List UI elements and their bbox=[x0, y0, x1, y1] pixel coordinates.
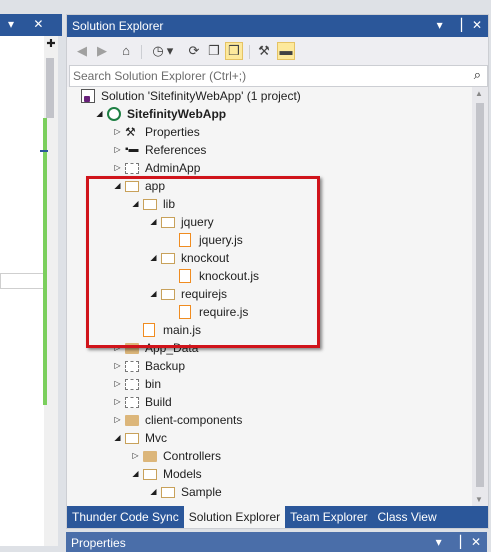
tree-row[interactable]: ▷ Backup bbox=[67, 357, 472, 375]
split-pin-icon[interactable]: ✚ bbox=[45, 38, 57, 50]
left-docked-panel: ▾ ✕ ✚ bbox=[0, 0, 62, 546]
tree-row[interactable]: ▷ ▪▬ References bbox=[67, 141, 472, 159]
change-indicator-bar bbox=[43, 118, 47, 405]
collapsed-arrow-icon[interactable]: ▷ bbox=[113, 357, 122, 375]
left-panel-window-buttons[interactable]: ▾ ✕ bbox=[8, 17, 51, 31]
left-panel-input[interactable] bbox=[0, 273, 44, 289]
folder-dashed-icon bbox=[125, 379, 139, 390]
collapsed-arrow-icon[interactable]: ▷ bbox=[113, 141, 122, 159]
tree-row[interactable]: ◢ Mvc bbox=[67, 429, 472, 447]
tree-item-label: Build bbox=[145, 395, 172, 409]
tree-item-label: AdminApp bbox=[145, 161, 201, 175]
solution-explorer-titlebar: Solution Explorer ▾ ▕ ✕ bbox=[67, 15, 488, 37]
left-panel-content bbox=[0, 36, 44, 546]
tab-class-view[interactable]: Class View bbox=[373, 506, 442, 528]
properties-dropdown-icon[interactable]: ▾ bbox=[436, 535, 442, 549]
scroll-thumb[interactable] bbox=[476, 103, 484, 487]
tree-item-label: Solution 'SitefinityWebApp' (1 project) bbox=[101, 89, 301, 103]
search-icon[interactable]: ⌕ bbox=[474, 67, 481, 83]
preview-selected-icon[interactable]: ▬ bbox=[277, 42, 295, 60]
properties-pin-icon[interactable]: ▕ bbox=[452, 535, 461, 549]
tree-row[interactable]: ▷ Controllers bbox=[67, 447, 472, 465]
toolbar-separator bbox=[141, 45, 142, 59]
tree-row[interactable]: ▷ Build bbox=[67, 393, 472, 411]
expanded-arrow-icon[interactable]: ◢ bbox=[131, 465, 140, 483]
wrench-icon: ⚒ bbox=[125, 125, 136, 139]
tab-team-explorer[interactable]: Team Explorer bbox=[285, 506, 372, 528]
solution-explorer-toolbar: ◀ ▶ ⌂ ◷ ▾ ⟳ ❐ ❒ ⚒ ▬ bbox=[67, 37, 488, 65]
web-project-icon bbox=[107, 107, 121, 121]
tab-thunder-code-sync[interactable]: Thunder Code Sync bbox=[67, 506, 184, 528]
expanded-arrow-icon[interactable]: ◢ bbox=[113, 429, 122, 447]
search-input[interactable] bbox=[73, 68, 453, 83]
panel-dropdown-icon[interactable]: ▾ bbox=[437, 18, 443, 32]
properties-panel-titlebar: Properties ▾ ▕ ✕ bbox=[66, 532, 487, 552]
collapsed-arrow-icon[interactable]: ▷ bbox=[131, 447, 140, 465]
folder-icon bbox=[143, 451, 157, 462]
tree-item-label: client-components bbox=[145, 413, 243, 427]
close-icon[interactable]: ✕ bbox=[472, 18, 482, 32]
expanded-arrow-icon[interactable]: ◢ bbox=[95, 105, 104, 123]
tree-row[interactable]: Solution 'SitefinityWebApp' (1 project) bbox=[67, 87, 472, 105]
home-icon[interactable]: ⌂ bbox=[117, 42, 135, 60]
search-box[interactable]: ⌕ bbox=[69, 65, 488, 87]
properties-wrench-icon[interactable]: ⚒ bbox=[255, 42, 273, 60]
tree-row[interactable]: ▷ client-components bbox=[67, 411, 472, 429]
tree-item-label: Controllers bbox=[163, 449, 222, 463]
tree-item-label: SitefinityWebApp bbox=[127, 107, 227, 121]
highlight-box-annotation bbox=[86, 176, 320, 348]
tree-item-label: Models bbox=[163, 467, 202, 481]
pin-icon[interactable]: ▕ bbox=[453, 18, 462, 32]
solution-icon bbox=[81, 89, 95, 103]
tree-row[interactable]: ▷ bin bbox=[67, 375, 472, 393]
collapse-all-icon[interactable]: ❐ bbox=[205, 42, 223, 60]
folder-open-icon bbox=[143, 469, 157, 480]
folder-dashed-icon bbox=[125, 163, 139, 174]
left-scroll-thumb[interactable] bbox=[46, 58, 54, 118]
bottom-tab-strip: Thunder Code Sync Solution Explorer Team… bbox=[67, 506, 488, 528]
scroll-down-icon[interactable]: ▼ bbox=[475, 495, 483, 504]
tree-item-label: References bbox=[145, 143, 207, 157]
tree-item-label: Sample bbox=[181, 485, 222, 499]
tree-item-label: Mvc bbox=[145, 431, 167, 445]
tree-vertical-scrollbar[interactable]: ▲ ▼ bbox=[472, 87, 488, 506]
folder-open-icon bbox=[125, 433, 139, 444]
collapsed-arrow-icon[interactable]: ▷ bbox=[113, 411, 122, 429]
solution-explorer-title: Solution Explorer bbox=[72, 19, 164, 33]
history-dropdown-icon[interactable]: ▾ bbox=[165, 42, 175, 60]
back-arrow-icon[interactable]: ◀ bbox=[73, 42, 91, 60]
folder-dashed-icon bbox=[125, 397, 139, 408]
folder-icon bbox=[125, 415, 139, 426]
show-all-files-icon[interactable]: ❒ bbox=[225, 42, 243, 60]
tree-item-label: bin bbox=[145, 377, 162, 391]
scroll-up-icon[interactable]: ▲ bbox=[475, 89, 483, 98]
forward-arrow-icon[interactable]: ▶ bbox=[93, 42, 111, 60]
caret-marker bbox=[40, 150, 48, 152]
collapsed-arrow-icon[interactable]: ▷ bbox=[113, 159, 122, 177]
references-icon: ▪▬ bbox=[125, 144, 139, 155]
toolbar-separator bbox=[249, 45, 250, 59]
collapsed-arrow-icon[interactable]: ▷ bbox=[113, 393, 122, 411]
tree-item-label: Backup bbox=[145, 359, 186, 373]
tree-row[interactable]: ◢ Models bbox=[67, 465, 472, 483]
tree-row[interactable]: ◢ Sample bbox=[67, 483, 472, 501]
left-panel-titlebar: ▾ ✕ bbox=[0, 14, 62, 36]
collapsed-arrow-icon[interactable]: ▷ bbox=[113, 375, 122, 393]
tree-row[interactable]: ▷ ⚒ Properties bbox=[67, 123, 472, 141]
collapsed-arrow-icon[interactable]: ▷ bbox=[113, 123, 122, 141]
folder-open-icon bbox=[161, 487, 175, 498]
tree-item-label: Properties bbox=[145, 125, 200, 139]
tree-row[interactable]: ◢ SitefinityWebApp bbox=[67, 105, 472, 123]
tree-row[interactable]: ▷ AdminApp bbox=[67, 159, 472, 177]
tab-solution-explorer[interactable]: Solution Explorer bbox=[183, 506, 286, 528]
folder-dashed-icon bbox=[125, 361, 139, 372]
properties-close-icon[interactable]: ✕ bbox=[471, 535, 481, 549]
sync-icon[interactable]: ⟳ bbox=[185, 42, 203, 60]
properties-title: Properties bbox=[71, 536, 126, 550]
expanded-arrow-icon[interactable]: ◢ bbox=[149, 483, 158, 501]
